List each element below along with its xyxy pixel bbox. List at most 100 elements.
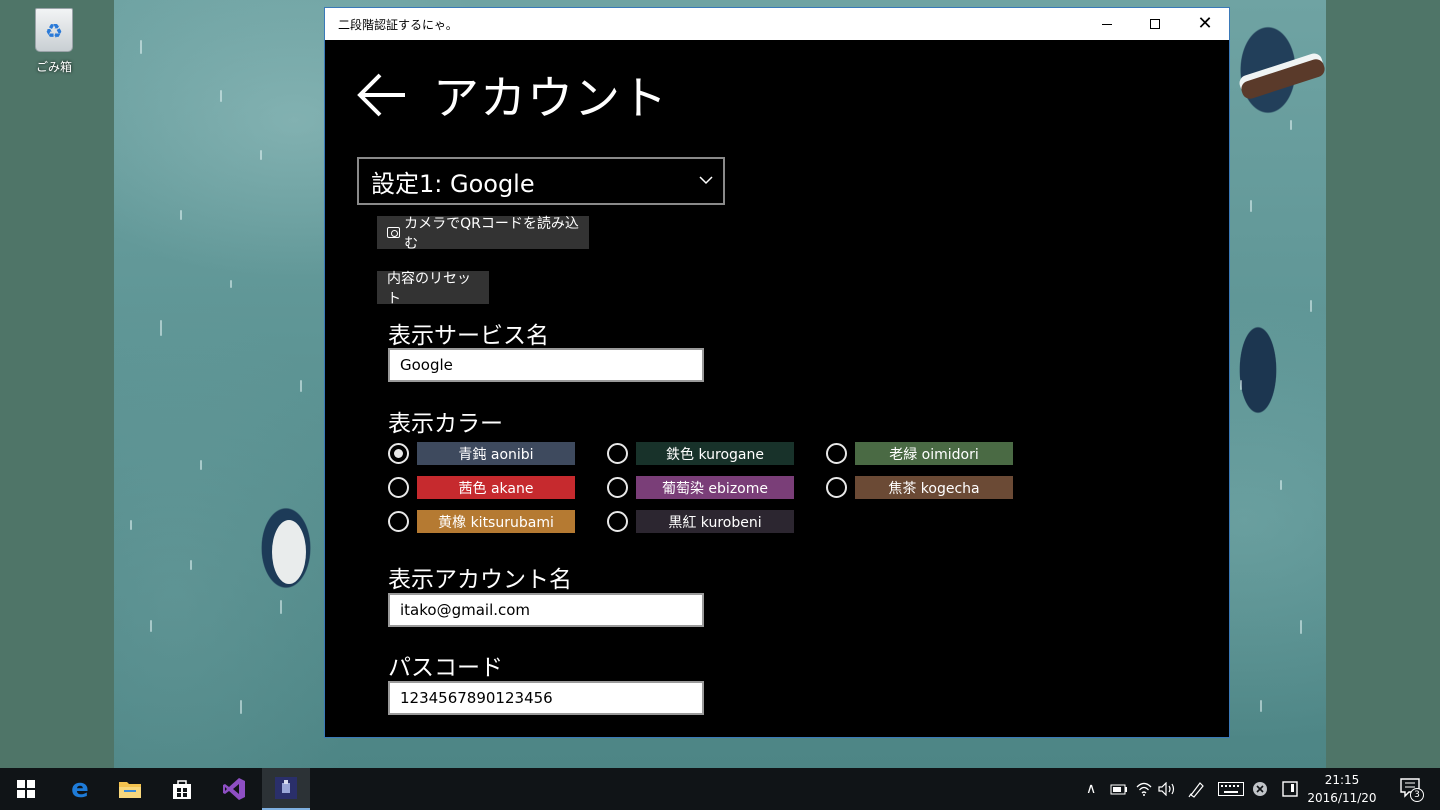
radio-icon: [826, 443, 847, 464]
rain-streak: [1260, 700, 1262, 712]
rain-streak: [150, 620, 152, 632]
account-select-value: 設定1: Google: [371, 169, 535, 198]
account-select[interactable]: 設定1: Google: [357, 157, 725, 205]
rain-streak: [1250, 200, 1252, 212]
rain-streak: [180, 210, 182, 220]
action-center-button[interactable]: 3: [1400, 778, 1424, 802]
rain-streak: [230, 280, 232, 288]
color-label: 表示カラー: [388, 411, 503, 437]
maximize-icon: [1150, 19, 1160, 29]
color-swatch: 黒紅 kurobeni: [636, 510, 794, 533]
passcode-label: パスコード: [388, 655, 503, 681]
taskbar-edge[interactable]: e: [56, 768, 104, 810]
pen-icon[interactable]: [1188, 780, 1206, 798]
color-swatch: 老緑 oimidori: [855, 442, 1013, 465]
visual-studio-icon: [223, 778, 245, 800]
taskbar: e ∧ 21:15 2016/11/20 3: [0, 768, 1440, 810]
account-name-input[interactable]: itako@gmail.com: [388, 593, 704, 627]
radio-icon: [388, 511, 409, 532]
rain-streak: [280, 600, 282, 614]
color-option-kitsurubami[interactable]: 黄橡 kitsurubami: [388, 510, 598, 534]
wallpaper-bird: [1230, 300, 1310, 450]
rain-streak: [220, 90, 222, 102]
color-swatch: 黄橡 kitsurubami: [417, 510, 575, 533]
status-x-icon[interactable]: [1252, 780, 1268, 798]
volume-icon[interactable]: [1158, 780, 1178, 798]
maximize-button[interactable]: [1131, 8, 1179, 40]
radio-icon: [388, 477, 409, 498]
color-option-kurogane[interactable]: 鉄色 kurogane: [607, 442, 817, 466]
rain-streak: [300, 380, 302, 392]
rain-streak: [1240, 380, 1242, 390]
color-swatch: 焦茶 kogecha: [855, 476, 1013, 499]
app-icon: [275, 777, 297, 799]
taskbar-visual-studio[interactable]: [210, 768, 258, 810]
tablet-mode-icon[interactable]: [1282, 780, 1298, 798]
radio-icon: [826, 477, 847, 498]
wifi-icon[interactable]: [1136, 780, 1152, 798]
clock-time: 21:15: [1324, 773, 1360, 787]
rain-streak: [1290, 120, 1292, 130]
rain-streak: [240, 700, 242, 714]
back-arrow-icon: [357, 73, 405, 117]
page-title: アカウント: [433, 71, 668, 125]
color-option-kogecha[interactable]: 焦茶 kogecha: [826, 476, 1036, 500]
notification-count: 3: [1410, 788, 1424, 802]
color-option-oimidori[interactable]: 老緑 oimidori: [826, 442, 1036, 466]
rain-streak: [260, 150, 262, 160]
recycle-bin-icon: [35, 8, 73, 52]
read-qr-button-label: カメラでQRコードを読み込む: [404, 215, 579, 252]
read-qr-button[interactable]: カメラでQRコードを読み込む: [377, 216, 589, 252]
minimize-button[interactable]: [1083, 8, 1131, 40]
passcode-input[interactable]: 1234567890123456: [388, 681, 704, 715]
close-icon: ✕: [1197, 13, 1213, 34]
close-button[interactable]: ✕: [1181, 8, 1229, 40]
rain-streak: [190, 560, 192, 570]
color-swatch: 青鈍 aonibi: [417, 442, 575, 465]
start-button[interactable]: [2, 768, 50, 810]
color-option-akane[interactable]: 茜色 akane: [388, 476, 598, 500]
recycle-bin-label: ごみ箱: [35, 60, 72, 74]
color-swatch: 鉄色 kurogane: [636, 442, 794, 465]
service-name-label: 表示サービス名: [388, 323, 549, 349]
color-swatch: 葡萄染 ebizome: [636, 476, 794, 499]
radio-icon: [607, 477, 628, 498]
rain-streak: [1280, 480, 1282, 490]
rain-streak: [1310, 300, 1312, 312]
clock-date: 2016/11/20: [1307, 791, 1377, 805]
back-button[interactable]: [355, 70, 409, 120]
recycle-bin-shortcut[interactable]: ごみ箱: [22, 8, 86, 75]
title-bar[interactable]: 二段階認証するにゃ。 ✕: [325, 8, 1229, 40]
rain-streak: [160, 320, 162, 336]
rain-streak: [1300, 620, 1302, 634]
color-option-ebizome[interactable]: 葡萄染 ebizome: [607, 476, 817, 500]
chevron-up-icon[interactable]: ∧: [1086, 780, 1096, 798]
app-window: 二段階認証するにゃ。 ✕ アカウント 設定1: Google カメラでQRコード…: [324, 7, 1230, 738]
camera-icon: [387, 227, 401, 238]
reset-button-label: 内容のリセット: [387, 270, 471, 307]
taskbar-store[interactable]: [158, 768, 206, 810]
rain-streak: [130, 520, 132, 530]
radio-icon: [388, 443, 409, 464]
keyboard-icon[interactable]: [1218, 780, 1244, 798]
service-name-input[interactable]: Google: [388, 348, 704, 382]
taskbar-2fa-app[interactable]: [262, 768, 310, 810]
rain-streak: [140, 40, 142, 54]
radio-icon: [607, 443, 628, 464]
chevron-down-icon: [699, 176, 713, 185]
store-icon: [173, 780, 191, 799]
radio-icon: [607, 511, 628, 532]
taskbar-clock[interactable]: 21:15 2016/11/20: [1304, 771, 1380, 807]
color-swatch: 茜色 akane: [417, 476, 575, 499]
color-option-kurobeni[interactable]: 黒紅 kurobeni: [607, 510, 817, 534]
reset-button[interactable]: 内容のリセット: [377, 271, 489, 307]
wallpaper-bird-belly: [272, 520, 306, 584]
taskbar-file-explorer[interactable]: [106, 768, 154, 810]
folder-icon: [119, 782, 141, 798]
battery-icon[interactable]: [1110, 780, 1128, 798]
window-title: 二段階認証するにゃ。: [338, 17, 458, 32]
color-option-aonibi[interactable]: 青鈍 aonibi: [388, 442, 598, 466]
account-page: アカウント 設定1: Google カメラでQRコードを読み込む 内容のリセット…: [325, 40, 1229, 737]
edge-icon: e: [71, 774, 89, 804]
rain-streak: [200, 460, 202, 470]
